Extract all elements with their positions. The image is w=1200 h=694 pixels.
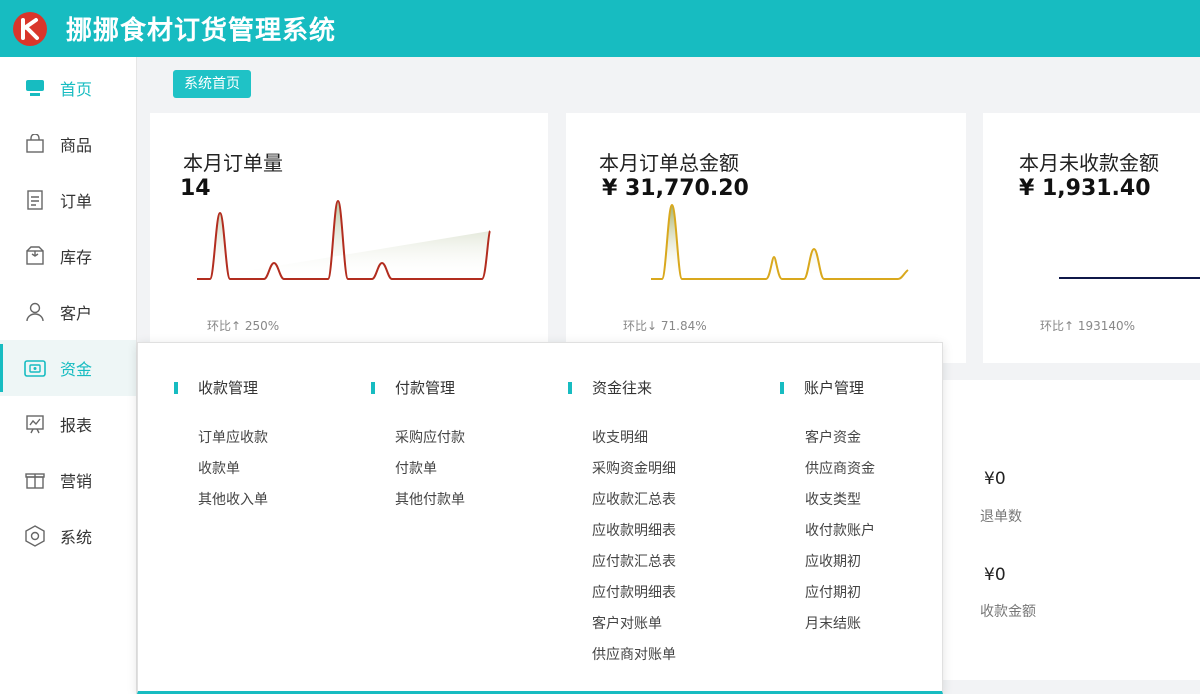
menu-group-receipts: 收款管理 xyxy=(174,377,258,398)
menu-item[interactable]: 客户资金 xyxy=(805,427,861,447)
group-marker xyxy=(568,381,572,394)
received-amount-label: 收款金额 xyxy=(980,604,1036,620)
menu-item[interactable]: 应收期初 xyxy=(805,551,861,571)
sidebar-item-label: 库存 xyxy=(60,248,93,267)
menu-item[interactable]: 应收款汇总表 xyxy=(592,489,676,509)
sidebar-item-reports[interactable]: 报表 xyxy=(0,396,136,452)
refund-count-label: 退单数 xyxy=(980,509,1022,525)
menu-item[interactable]: 收支类型 xyxy=(805,489,861,509)
user-icon xyxy=(24,301,46,323)
document-icon xyxy=(24,189,46,211)
menu-group-accounts: 账户管理 xyxy=(780,377,864,398)
sidebar-item-label: 商品 xyxy=(60,136,93,155)
sidebar-item-label: 客户 xyxy=(60,304,93,323)
menu-group-payments: 付款管理 xyxy=(371,377,455,398)
menu-item[interactable]: 其他付款单 xyxy=(395,489,465,509)
breadcrumb[interactable]: 系统首页 xyxy=(173,70,251,98)
sidebar-item-label: 报表 xyxy=(60,416,93,435)
card-comparison: 环比↑ 250% xyxy=(207,319,280,333)
chart-icon xyxy=(24,413,46,435)
sidebar-item-label: 首页 xyxy=(60,80,93,99)
sidebar-item-system[interactable]: 系统 xyxy=(0,508,136,564)
menu-group-fund-flows: 资金往来 xyxy=(568,377,652,398)
order-count-sparkline xyxy=(197,199,491,280)
box-icon xyxy=(24,245,46,267)
sidebar-item-products[interactable]: 商品 xyxy=(0,116,136,172)
menu-item[interactable]: 应收款明细表 xyxy=(592,520,676,540)
sidebar-item-customers[interactable]: 客户 xyxy=(0,284,136,340)
menu-item[interactable]: 订单应收款 xyxy=(198,427,268,447)
card-comparison: 环比↑ 193140% xyxy=(1040,319,1136,333)
menu-group-heading: 收款管理 xyxy=(198,379,259,397)
menu-item[interactable]: 采购资金明细 xyxy=(592,458,676,478)
menu-group-heading: 付款管理 xyxy=(395,379,456,397)
gift-icon xyxy=(24,469,46,491)
sidebar-item-marketing[interactable]: 营销 xyxy=(0,452,136,508)
sidebar-item-label: 订单 xyxy=(60,192,93,211)
menu-group-heading: 资金往来 xyxy=(592,379,653,397)
menu-item[interactable]: 供应商对账单 xyxy=(592,644,676,664)
unpaid-amount-sparkline xyxy=(1059,277,1200,279)
menu-item[interactable]: 收款单 xyxy=(198,458,240,478)
sidebar-item-label: 营销 xyxy=(60,472,93,491)
bag-icon xyxy=(24,133,46,155)
stat-card-order-amount: 本月订单总金额 ¥ 31,770.20 环比↓ 71.84% xyxy=(566,113,966,363)
sidebar-item-label: 资金 xyxy=(60,360,93,379)
order-amount-sparkline xyxy=(651,203,909,280)
brand-logo-icon xyxy=(12,11,48,47)
card-comparison: 环比↓ 71.84% xyxy=(623,319,707,333)
menu-group-heading: 账户管理 xyxy=(804,379,865,397)
menu-item[interactable]: 收付款账户 xyxy=(805,520,875,540)
sidebar-item-inventory[interactable]: 库存 xyxy=(0,228,136,284)
wallet-icon xyxy=(24,357,46,379)
monitor-icon xyxy=(24,77,46,99)
top-bar: 挪挪食材订货管理系统 xyxy=(0,0,1200,57)
menu-item[interactable]: 付款单 xyxy=(395,458,437,478)
finance-dropdown-menu: 收款管理 订单应收款 收款单 其他收入单 付款管理 采购应付款 付款单 其他付款… xyxy=(137,342,943,694)
menu-item[interactable]: 应付款汇总表 xyxy=(592,551,676,571)
sidebar-item-orders[interactable]: 订单 xyxy=(0,172,136,228)
menu-item[interactable]: 客户对账单 xyxy=(592,613,662,633)
sidebar-item-finance[interactable]: 资金 xyxy=(0,340,136,396)
menu-item[interactable]: 收支明细 xyxy=(592,427,648,447)
group-marker xyxy=(174,381,178,394)
stat-card-order-count: 本月订单量 14 环比↑ 250% xyxy=(150,113,548,363)
app-title: 挪挪食材订货管理系统 xyxy=(66,16,337,46)
group-marker xyxy=(371,381,375,394)
group-marker xyxy=(780,381,784,394)
menu-item[interactable]: 供应商资金 xyxy=(805,458,875,478)
sidebar-item-home[interactable]: 首页 xyxy=(0,60,136,116)
summary-panel: ¥0 退单数 ¥0 收款金额 xyxy=(942,380,1200,680)
menu-item[interactable]: 应付期初 xyxy=(805,582,861,602)
menu-item[interactable]: 应付款明细表 xyxy=(592,582,676,602)
stat-card-unpaid-amount: 本月未收款金额 ¥ 1,931.40 环比↑ 193140% xyxy=(983,113,1200,363)
sidebar-item-label: 系统 xyxy=(60,528,93,547)
received-amount-value: ¥0 xyxy=(984,565,1006,585)
sidebar: 首页 商品 订单 库存 客户 资金 报表 营销 系统 xyxy=(0,57,137,694)
menu-item[interactable]: 采购应付款 xyxy=(395,427,465,447)
menu-item[interactable]: 其他收入单 xyxy=(198,489,268,509)
settings-hex-icon xyxy=(24,525,46,547)
refund-count-value: ¥0 xyxy=(984,469,1006,489)
menu-item[interactable]: 月末结账 xyxy=(805,613,861,633)
